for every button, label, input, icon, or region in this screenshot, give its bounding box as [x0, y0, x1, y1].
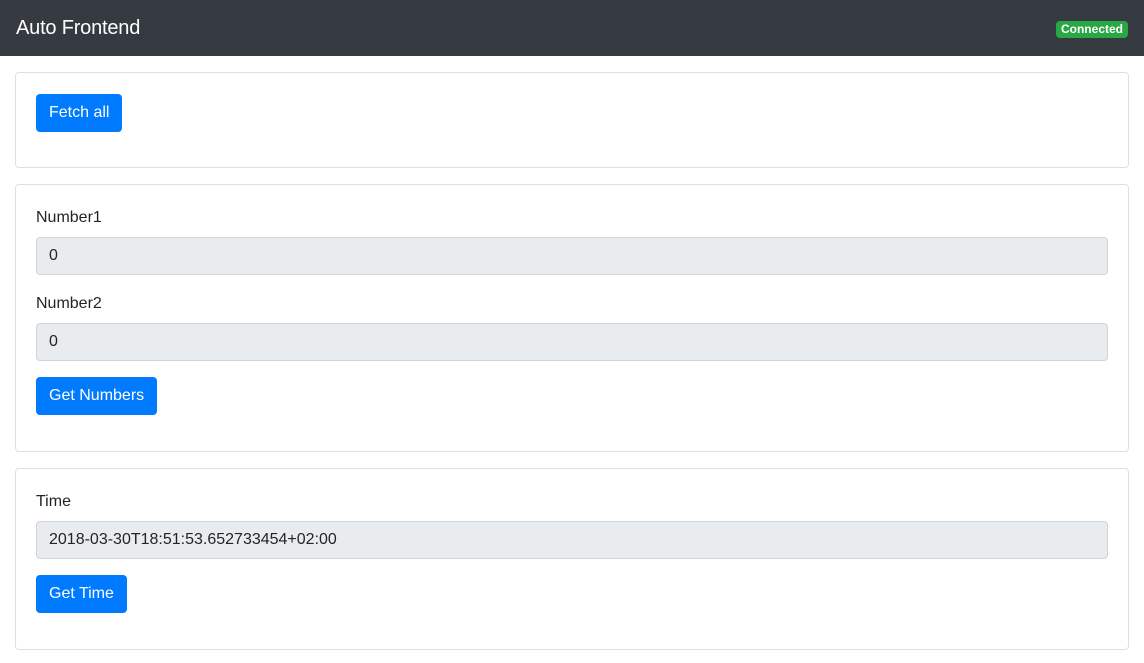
fetch-all-button[interactable]: Fetch all	[36, 94, 123, 132]
number2-label: Number2	[36, 295, 102, 312]
connection-status-badge: Connected	[1055, 21, 1128, 38]
navbar: Auto Frontend Connected	[0, 0, 1144, 56]
number2-field[interactable]	[36, 323, 1108, 361]
get-numbers-button[interactable]: Get Numbers	[36, 377, 158, 415]
get-time-button[interactable]: Get Time	[36, 575, 127, 613]
time-field[interactable]	[36, 521, 1108, 559]
numbers-card: Number1 Number2 Get Numbers	[15, 184, 1129, 452]
time-label: Time	[36, 493, 71, 510]
app-title[interactable]: Auto Frontend	[16, 16, 140, 40]
number1-label: Number1	[36, 209, 102, 226]
number1-field[interactable]	[36, 237, 1108, 275]
time-card: Time Get Time	[15, 468, 1129, 650]
fetch-all-card: Fetch all	[15, 72, 1129, 168]
